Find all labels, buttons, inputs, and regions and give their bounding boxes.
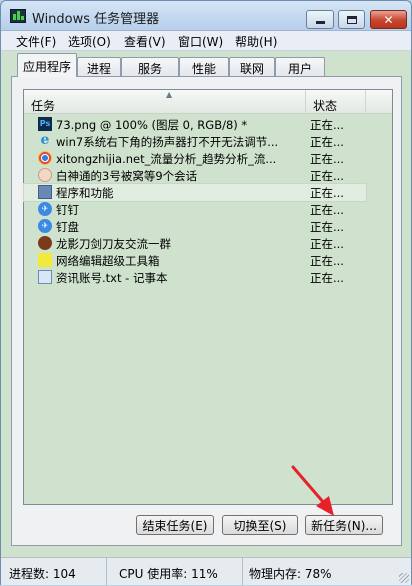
close-button[interactable]: ✕: [370, 10, 407, 29]
task-status: 正在...: [310, 169, 344, 183]
task-name: win7系统右下角的扬声器打不开无法调节...: [56, 135, 279, 149]
minimize-icon: [315, 21, 325, 24]
table-row[interactable]: 网络编辑超级工具箱 正在...: [24, 252, 366, 269]
table-row[interactable]: ✈ 钉盘 正在...: [24, 218, 366, 235]
task-name: 钉盘: [56, 220, 79, 234]
task-manager-window: Windows 任务管理器 ✕ 文件(F) 选项(O) 查看(V) 窗口(W) …: [0, 0, 412, 586]
task-name: 资讯账号.txt - 记事本: [56, 271, 168, 285]
table-row[interactable]: 白神通的3号被窝等9个会话 正在...: [24, 167, 366, 184]
close-icon: ✕: [383, 12, 394, 27]
task-status: 正在...: [310, 118, 344, 132]
table-row[interactable]: 龙影刀剑刀友交流一群 正在...: [24, 235, 366, 252]
task-status: 正在...: [310, 152, 344, 166]
menu-options[interactable]: 选项(O): [67, 33, 112, 50]
menu-view[interactable]: 查看(V): [123, 33, 167, 50]
table-row[interactable]: xitongzhijia.net_流量分析_趋势分析_流... 正在...: [24, 150, 366, 167]
task-rows: Ps 73.png @ 100% (图层 0, RGB/8) * 正在... e…: [23, 116, 392, 286]
task-status: 正在...: [310, 237, 344, 251]
sort-ascending-icon: ▲: [166, 90, 173, 99]
ie-icon: e: [40, 134, 50, 148]
new-task-button[interactable]: 新任务(N)...: [305, 515, 383, 535]
table-row[interactable]: 程序和功能 正在...: [23, 183, 367, 202]
column-status-label: 状态: [313, 99, 338, 113]
table-row[interactable]: ✈ 钉钉 正在...: [24, 201, 366, 218]
chat-app-icon: [38, 168, 52, 182]
status-process-count: 进程数: 104: [3, 558, 107, 586]
column-header-filler: [366, 90, 392, 114]
programs-features-icon: [38, 185, 52, 199]
editor-tool-icon: [38, 253, 52, 267]
tab-strip: 应用程序 进程 服务 性能 联网 用户: [1, 53, 411, 77]
menu-bar: 文件(F) 选项(O) 查看(V) 窗口(W) 帮助(H): [1, 31, 411, 51]
end-task-button[interactable]: 结束任务(E): [136, 515, 214, 535]
menu-help[interactable]: 帮助(H): [234, 33, 278, 50]
task-name: 钉钉: [56, 203, 79, 217]
menu-file[interactable]: 文件(F): [15, 33, 57, 50]
switch-to-button[interactable]: 切换至(S): [222, 515, 298, 535]
chrome-icon: [38, 151, 52, 165]
minimize-button[interactable]: [306, 10, 334, 29]
task-manager-icon: [10, 9, 26, 23]
title-bar[interactable]: Windows 任务管理器 ✕: [1, 1, 411, 31]
table-row[interactable]: e win7系统右下角的扬声器打不开无法调节... 正在...: [24, 133, 366, 150]
task-status: 正在...: [310, 203, 344, 217]
tab-networking[interactable]: 联网: [229, 57, 275, 77]
task-name: 程序和功能: [56, 186, 114, 200]
task-list[interactable]: ▲ 任务 状态 Ps 73.png @ 100% (图层 0, RGB/8) *…: [23, 89, 393, 505]
table-row[interactable]: Ps 73.png @ 100% (图层 0, RGB/8) * 正在...: [24, 116, 366, 133]
tab-users[interactable]: 用户: [275, 57, 325, 77]
notepad-icon: [38, 270, 52, 284]
tab-applications[interactable]: 应用程序: [17, 53, 77, 77]
maximize-button[interactable]: [338, 10, 365, 29]
tab-performance[interactable]: 性能: [179, 57, 229, 77]
task-name: 白神通的3号被窝等9个会话: [56, 169, 198, 183]
status-bar: 进程数: 104 CPU 使用率: 11% 物理内存: 78%: [1, 557, 411, 586]
column-header-task[interactable]: ▲ 任务: [24, 90, 306, 114]
task-status: 正在...: [310, 186, 344, 200]
column-task-label: 任务: [31, 99, 56, 113]
group-avatar-icon: [38, 236, 52, 250]
table-row[interactable]: 资讯账号.txt - 记事本 正在...: [24, 269, 366, 286]
status-cpu-usage: CPU 使用率: 11%: [113, 558, 243, 586]
photoshop-icon: Ps: [38, 117, 52, 131]
tab-processes[interactable]: 进程: [77, 57, 121, 77]
maximize-icon: [346, 15, 357, 24]
task-name: xitongzhijia.net_流量分析_趋势分析_流...: [56, 152, 277, 166]
task-name: 73.png @ 100% (图层 0, RGB/8) *: [56, 118, 248, 132]
task-name: 龙影刀剑刀友交流一群: [56, 237, 171, 251]
dingpan-icon: ✈: [38, 219, 52, 233]
column-header-status[interactable]: 状态: [306, 90, 366, 114]
task-status: 正在...: [310, 220, 344, 234]
dingtalk-icon: ✈: [38, 202, 52, 216]
menu-window[interactable]: 窗口(W): [177, 33, 224, 50]
task-status: 正在...: [310, 254, 344, 268]
resize-grip-icon[interactable]: [399, 573, 409, 583]
task-status: 正在...: [310, 271, 344, 285]
task-name: 网络编辑超级工具箱: [56, 254, 160, 268]
window-title: Windows 任务管理器: [32, 12, 160, 27]
tab-services[interactable]: 服务: [121, 57, 179, 77]
status-memory-usage: 物理内存: 78%: [249, 567, 332, 581]
task-status: 正在...: [310, 135, 344, 149]
